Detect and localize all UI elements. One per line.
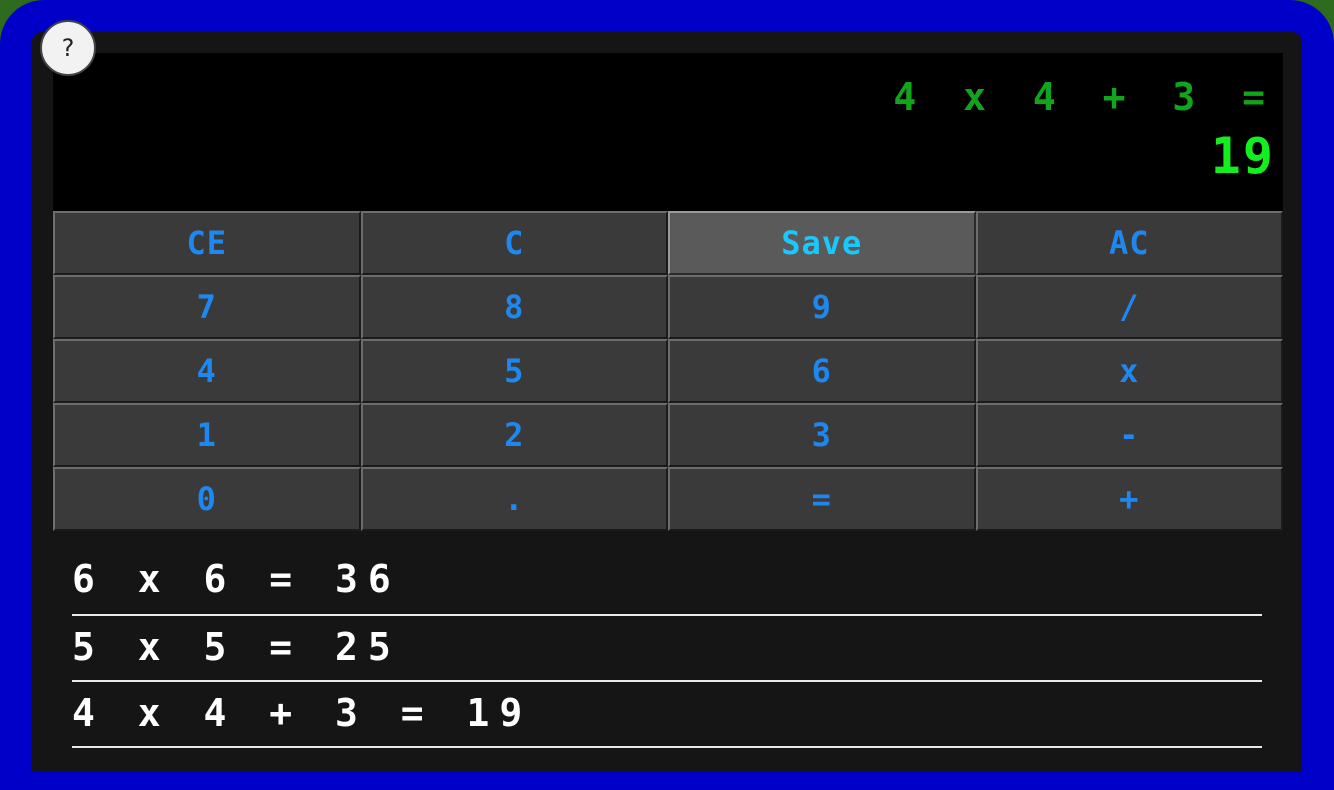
expression-display: 4 x 4 + 3 = <box>893 75 1277 119</box>
digit-3-button[interactable]: 3 <box>668 403 976 467</box>
history-list: 6 x 6 = 36 5 x 5 = 25 4 x 4 + 3 = 19 <box>72 548 1262 748</box>
result-display: 19 <box>1210 127 1275 185</box>
decimal-button[interactable]: . <box>360 467 668 531</box>
digit-0-button[interactable]: 0 <box>53 467 361 531</box>
digit-1-button[interactable]: 1 <box>53 403 361 467</box>
digit-5-button[interactable]: 5 <box>360 339 668 403</box>
history-item[interactable]: 4 x 4 + 3 = 19 <box>72 682 1262 748</box>
add-button[interactable]: + <box>975 467 1283 531</box>
digit-4-button[interactable]: 4 <box>53 339 361 403</box>
digit-6-button[interactable]: 6 <box>668 339 976 403</box>
history-item[interactable]: 6 x 6 = 36 <box>72 548 1262 616</box>
equals-button[interactable]: = <box>668 467 976 531</box>
clear-entry-button[interactable]: CE <box>53 211 361 275</box>
keypad: CE C Save AC 7 8 9 / 4 5 6 x 1 2 3 - 0 .… <box>53 211 1283 531</box>
clear-button[interactable]: C <box>360 211 668 275</box>
digit-9-button[interactable]: 9 <box>668 275 976 339</box>
digit-2-button[interactable]: 2 <box>360 403 668 467</box>
app-frame: ? 4 x 4 + 3 = 19 CE C Save AC 7 8 9 / 4 … <box>0 0 1334 790</box>
subtract-button[interactable]: - <box>975 403 1283 467</box>
calculator-display: 4 x 4 + 3 = 19 <box>53 53 1283 211</box>
help-button[interactable]: ? <box>40 20 96 76</box>
divide-button[interactable]: / <box>975 275 1283 339</box>
multiply-button[interactable]: x <box>975 339 1283 403</box>
history-item[interactable]: 5 x 5 = 25 <box>72 616 1262 682</box>
digit-7-button[interactable]: 7 <box>53 275 361 339</box>
save-button[interactable]: Save <box>668 211 976 275</box>
all-clear-button[interactable]: AC <box>975 211 1283 275</box>
digit-8-button[interactable]: 8 <box>360 275 668 339</box>
